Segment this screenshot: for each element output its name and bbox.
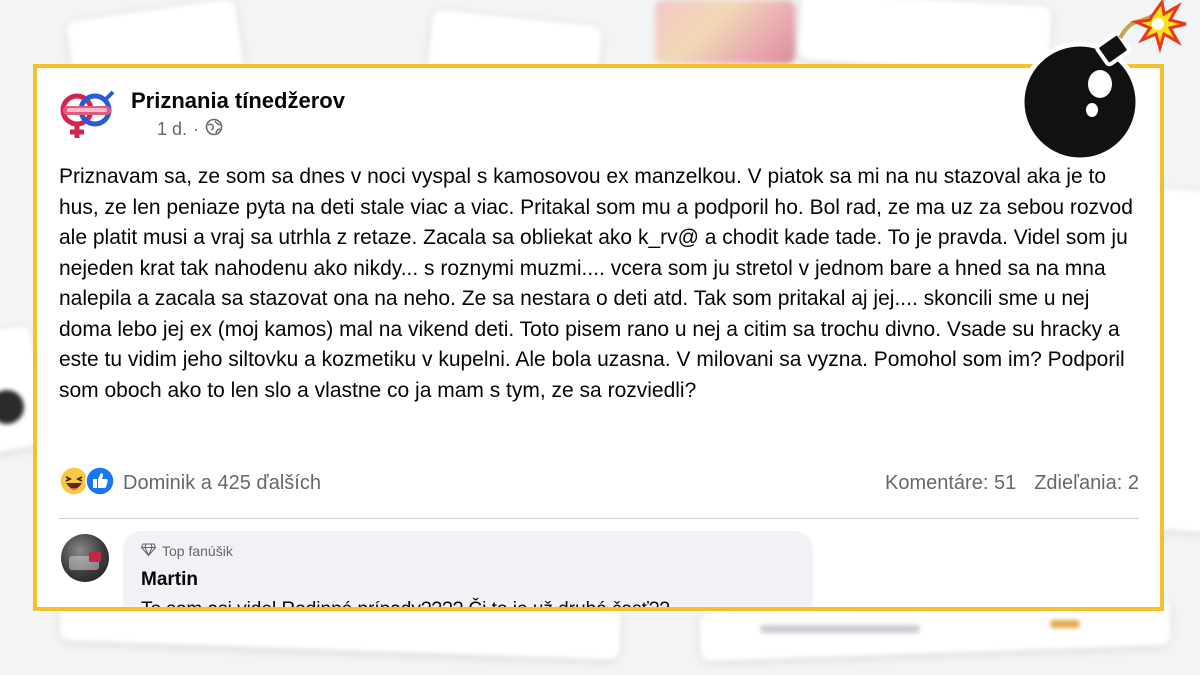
divider <box>59 518 1139 519</box>
comment-text: To som asi videl Rodinné prípady???? Či … <box>141 599 670 611</box>
post-time[interactable]: 1 d. <box>157 119 187 140</box>
reactions-row: Dominik a 425 ďalších Komentáre: 51 Zdie… <box>59 465 1139 501</box>
avatar[interactable] <box>61 534 109 582</box>
shares-count[interactable]: Zdieľania: 2 <box>1034 472 1139 495</box>
post-body: Priznavam sa, ze som sa dnes v noci vysp… <box>59 165 1133 402</box>
background-text-line <box>760 625 920 633</box>
globe-icon[interactable] <box>205 118 223 141</box>
comments-count[interactable]: Komentáre: 51 <box>885 472 1016 495</box>
reactions-summary[interactable]: Dominik a 425 ďalších <box>123 472 321 495</box>
top-fan-badge: Top fanúšik <box>140 543 233 559</box>
post-meta: 1 d. · <box>157 118 223 141</box>
diamond-icon <box>140 543 157 559</box>
page-name[interactable]: Priznania tínedžerov <box>131 88 345 114</box>
comment-author[interactable]: Martin <box>141 569 198 591</box>
reaction-icons[interactable] <box>59 465 115 501</box>
page-logo[interactable] <box>57 88 117 144</box>
background-text-line <box>1050 620 1080 628</box>
comment-bubble: Top fanúšik Martin To som asi videl Rodi… <box>123 531 813 611</box>
badge-label: Top fanúšik <box>162 543 233 559</box>
background-photo <box>655 0 795 64</box>
post-card: Priznania tínedžerov 1 d. · Priznavam sa… <box>33 64 1164 611</box>
like-icon <box>85 465 115 501</box>
bomb-icon <box>1012 0 1200 168</box>
post-stats: Komentáre: 51 Zdieľania: 2 <box>885 472 1139 495</box>
meta-separator: · <box>193 119 200 139</box>
